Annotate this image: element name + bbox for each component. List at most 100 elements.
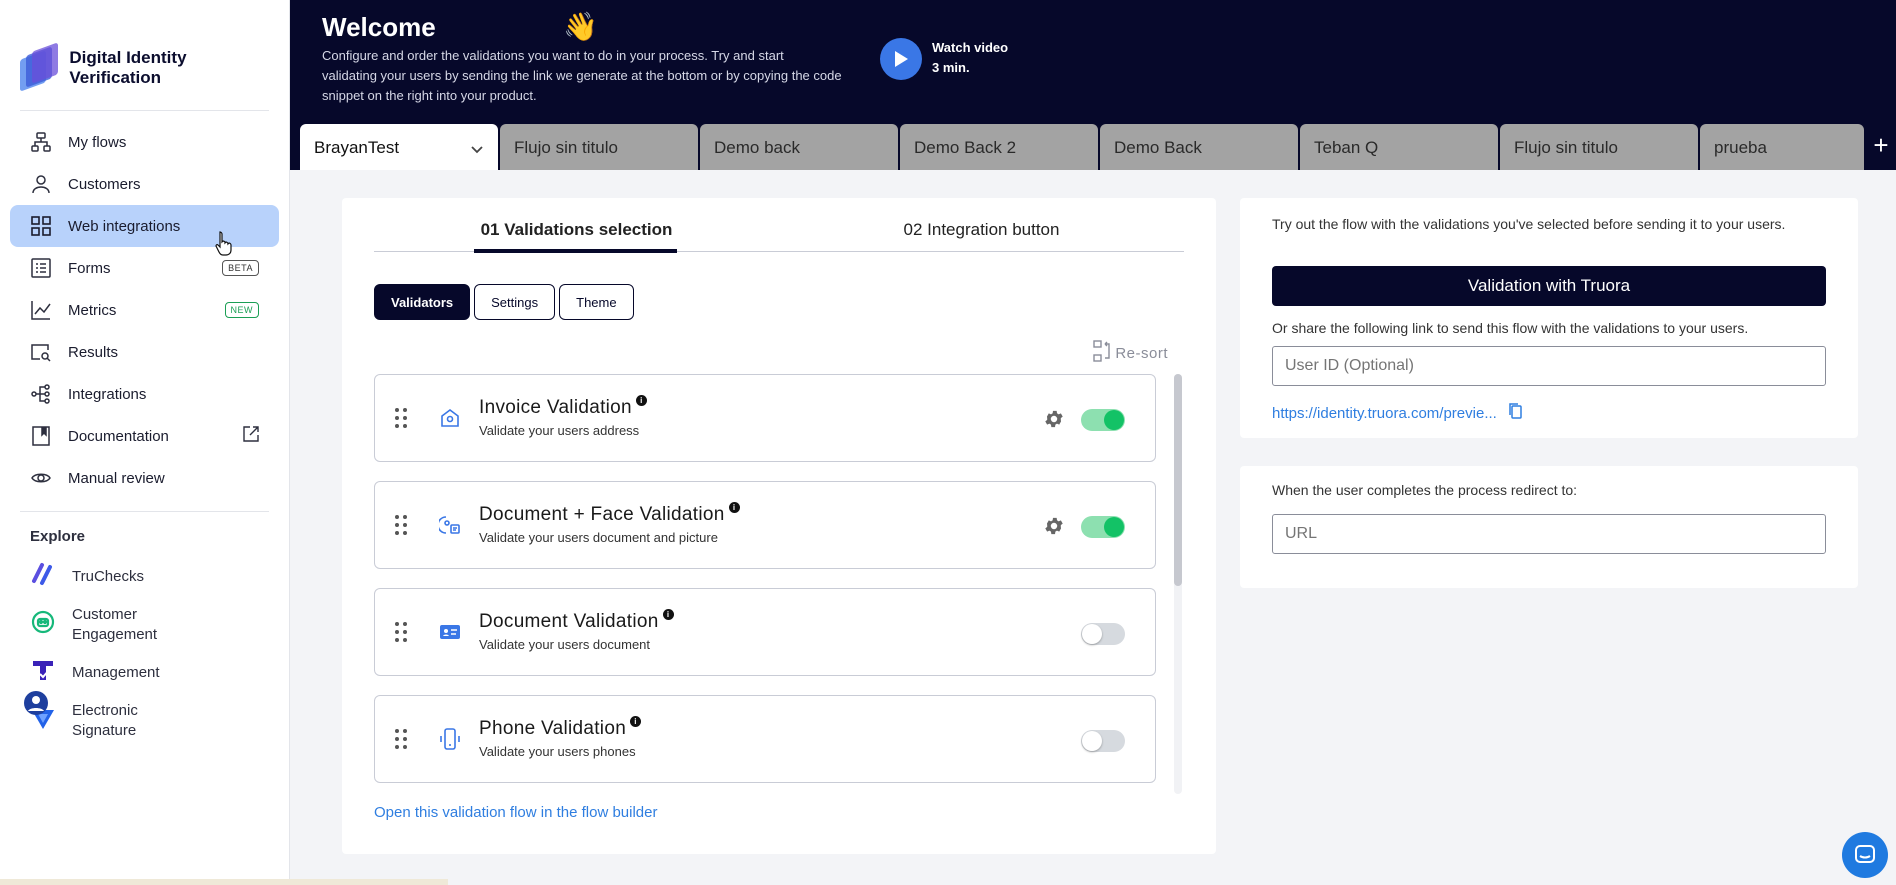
explore-label: TruChecks <box>72 568 144 585</box>
nav-item-metrics[interactable]: Metrics NEW <box>10 289 279 331</box>
nav-label: Forms <box>68 259 111 277</box>
validations-list: Invoice Validation i Validate your users … <box>374 374 1156 802</box>
validation-item-phone[interactable]: Phone Validation i Validate your users ph… <box>374 695 1156 783</box>
gear-icon[interactable] <box>1043 408 1065 435</box>
validation-title: Invoice Validation i <box>479 395 647 419</box>
tab-flow[interactable]: Demo Back 2 <box>900 124 1098 170</box>
explore-item-management[interactable]: Management <box>0 651 289 695</box>
watch-video-label: Watch video <box>932 40 1009 55</box>
nav-item-manual-review[interactable]: Manual review <box>10 457 279 499</box>
validation-title: Document Validation i <box>479 609 674 633</box>
form-icon <box>30 257 52 279</box>
settings-pill[interactable]: Settings <box>474 284 556 320</box>
brand[interactable]: Digital Identity Verification <box>0 0 289 110</box>
nav-item-forms[interactable]: Forms BETA <box>10 247 279 289</box>
validation-title: Phone Validation i <box>479 716 642 740</box>
resort-button[interactable]: Re-sort <box>1093 340 1168 366</box>
tab-flow[interactable]: Demo Back <box>1100 124 1298 170</box>
info-icon: i <box>662 609 674 620</box>
try-flow-card: Try out the flow with the validations yo… <box>1240 198 1858 438</box>
info-icon: i <box>635 395 647 406</box>
redirect-url-input[interactable] <box>1272 514 1826 554</box>
explore-label: Management <box>72 664 160 681</box>
brand-logo-icon <box>20 42 58 92</box>
redirect-label: When the user completes the process redi… <box>1272 482 1578 498</box>
info-icon: i <box>728 502 740 513</box>
step-integration-button[interactable]: 02 Integration button <box>779 220 1184 251</box>
drag-handle-icon[interactable] <box>395 514 407 541</box>
flows-icon <box>30 131 52 153</box>
add-tab-plus-icon[interactable]: + <box>1866 130 1896 164</box>
drag-handle-icon[interactable] <box>395 621 407 648</box>
chart-icon <box>30 299 52 321</box>
try-description: Try out the flow with the validations yo… <box>1272 216 1786 232</box>
book-icon <box>30 425 52 447</box>
play-video-button[interactable] <box>880 38 922 80</box>
tab-flow[interactable]: Flujo sin titulo <box>1500 124 1698 170</box>
chevron-down-icon[interactable] <box>470 140 484 160</box>
explore-label: Customer Engagement <box>72 606 158 643</box>
drag-handle-icon[interactable] <box>395 407 407 434</box>
external-link-icon[interactable] <box>243 426 259 446</box>
hand-cursor-icon <box>214 230 234 261</box>
validation-item-document[interactable]: Document Validation i Validate your users… <box>374 588 1156 676</box>
chat-support-button[interactable] <box>1842 832 1888 878</box>
validation-toggle[interactable] <box>1081 730 1125 752</box>
chatbot-icon <box>30 609 56 641</box>
explore-item-truchecks[interactable]: TruChecks <box>0 555 289 599</box>
validation-item-document-face[interactable]: Document + Face Validation i Validate you… <box>374 481 1156 569</box>
theme-pill[interactable]: Theme <box>559 284 634 320</box>
nav-item-customers[interactable]: Customers <box>10 163 279 205</box>
validation-subtitle: Validate your users document <box>479 637 651 652</box>
face-id-icon <box>437 514 461 536</box>
validation-title: Document + Face Validation i <box>479 502 740 526</box>
scrollbar-thumb[interactable] <box>1174 374 1182 586</box>
open-flow-builder-link[interactable]: Open this validation flow in the flow bu… <box>374 804 658 821</box>
validation-with-truora-button[interactable]: Validation with Truora <box>1272 266 1826 306</box>
tab-brayantest[interactable]: BrayanTest <box>300 124 498 170</box>
validation-toggle[interactable] <box>1081 516 1125 538</box>
validation-item-invoice[interactable]: Invoice Validation i Validate your users … <box>374 374 1156 462</box>
nav-item-documentation[interactable]: Documentation <box>10 415 279 457</box>
tab-flow[interactable]: Demo back <box>700 124 898 170</box>
gear-icon[interactable] <box>1043 515 1065 542</box>
tab-flow[interactable]: Flujo sin titulo <box>500 124 698 170</box>
bottom-notification-bar <box>0 879 448 885</box>
nav-item-integrations[interactable]: Integrations <box>10 373 279 415</box>
explore-item-customer-engagement[interactable]: Customer Engagement <box>0 599 289 651</box>
drag-handle-icon[interactable] <box>395 728 407 755</box>
nav-item-results[interactable]: Results <box>10 331 279 373</box>
nav-item-web-integrations[interactable]: Web integrations <box>10 205 279 247</box>
search-doc-icon <box>30 341 52 363</box>
validation-subtitle: Validate your users address <box>479 423 640 438</box>
validations-scrollbar[interactable] <box>1174 374 1182 794</box>
user-avatar-icon[interactable] <box>24 691 48 715</box>
phone-icon <box>439 728 461 750</box>
explore-label: Electronic Signature <box>72 702 138 739</box>
validation-toggle[interactable] <box>1081 409 1125 431</box>
tab-label: Teban Q <box>1314 138 1379 157</box>
eye-icon <box>30 467 52 489</box>
step-validations-selection[interactable]: 01 Validations selection <box>374 220 779 253</box>
nav-item-my-flows[interactable]: My flows <box>10 121 279 163</box>
nav-label: Customers <box>68 175 141 193</box>
redirect-card: When the user completes the process redi… <box>1240 466 1858 588</box>
validators-pill[interactable]: Validators <box>374 284 471 320</box>
tab-flow[interactable]: prueba <box>1700 124 1864 170</box>
tab-label: Demo Back <box>1114 138 1202 157</box>
info-icon: i <box>630 716 642 727</box>
brand-name: Digital Identity Verification <box>69 48 187 87</box>
validation-toggle[interactable] <box>1081 623 1125 645</box>
nav-label: Manual review <box>68 469 165 487</box>
beta-badge: BETA <box>222 260 259 276</box>
tab-label: prueba <box>1714 138 1767 157</box>
management-icon <box>30 657 56 689</box>
video-duration: 3 min. <box>932 60 970 75</box>
share-link[interactable]: https://identity.truora.com/previe... <box>1272 405 1497 422</box>
user-id-input[interactable] <box>1272 346 1826 386</box>
integrations-icon <box>30 383 52 405</box>
copy-icon[interactable] <box>1507 402 1523 424</box>
watch-video-link[interactable]: Watch video 3 min. <box>932 38 1008 78</box>
tab-flow[interactable]: Teban Q <box>1300 124 1498 170</box>
nav-label: Documentation <box>68 427 169 445</box>
